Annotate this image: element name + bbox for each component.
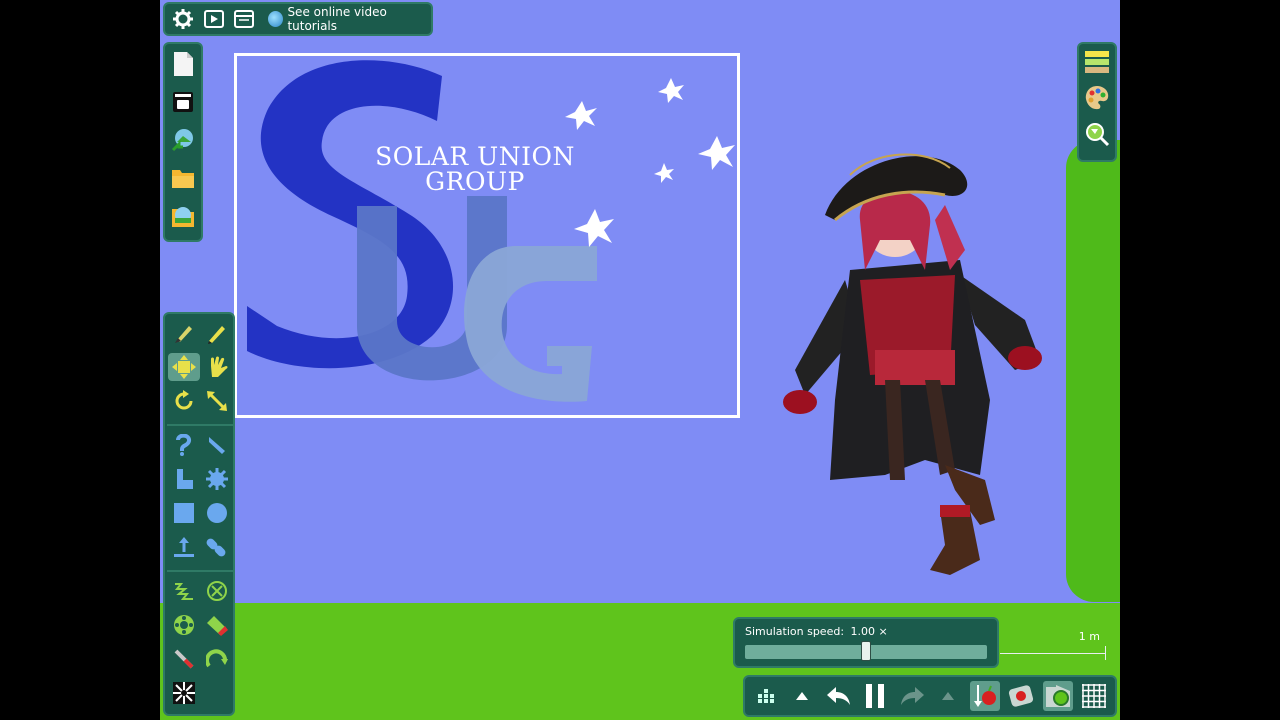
new-file-icon[interactable] <box>167 50 199 78</box>
eraser-icon[interactable] <box>201 611 233 639</box>
laser-icon[interactable] <box>168 645 200 673</box>
file-panel <box>163 42 203 242</box>
tools-panel <box>163 312 235 716</box>
layers-icon[interactable] <box>1081 48 1113 76</box>
spring-icon[interactable] <box>168 577 200 605</box>
company-name: SOLAR UNION GROUP <box>375 142 575 196</box>
rotate-icon[interactable] <box>168 387 200 415</box>
grid-dots-icon[interactable] <box>751 681 781 711</box>
redo-history-icon[interactable] <box>933 681 963 711</box>
upload-icon[interactable] <box>168 533 200 561</box>
fixate-icon[interactable] <box>201 577 233 605</box>
redo-icon[interactable] <box>897 681 927 711</box>
box-icon[interactable] <box>168 499 200 527</box>
brush-icon[interactable] <box>168 319 200 347</box>
bottom-toolbar <box>743 675 1117 717</box>
hinge-icon[interactable] <box>201 645 233 673</box>
pirate-character[interactable] <box>775 140 1055 580</box>
axle-icon[interactable] <box>168 611 200 639</box>
drag-icon[interactable] <box>201 353 233 381</box>
play-icon[interactable] <box>201 6 225 32</box>
logo-art <box>247 60 735 402</box>
palette-icon[interactable] <box>1081 84 1113 112</box>
scale-indicator: 1 m <box>1000 630 1106 662</box>
scenes-icon[interactable] <box>167 202 199 230</box>
toolbar-icon[interactable] <box>167 88 199 116</box>
move-icon[interactable] <box>168 353 200 381</box>
chain-icon[interactable] <box>201 533 233 561</box>
circle-icon[interactable] <box>201 499 233 527</box>
top-toolbar: See online video tutorials <box>163 2 433 36</box>
app-canvas[interactable]: SOLAR UNION GROUP See online video tutor… <box>160 0 1120 720</box>
polygon-icon[interactable] <box>168 431 200 459</box>
slider-thumb[interactable] <box>861 641 871 661</box>
simulation-speed-panel: Simulation speed: 1.00 × <box>733 617 999 668</box>
logo-letter-g <box>464 246 597 402</box>
gear-icon[interactable] <box>171 6 195 32</box>
green-wall[interactable] <box>1066 140 1120 602</box>
gear-icon[interactable] <box>201 465 233 493</box>
web-scene-icon[interactable] <box>167 126 199 154</box>
tracer-icon[interactable] <box>168 679 200 707</box>
scale-icon[interactable] <box>201 387 233 415</box>
undo-history-icon[interactable] <box>787 681 817 711</box>
star-icons <box>565 78 735 247</box>
zoom-icon[interactable] <box>1081 120 1113 148</box>
undo-icon[interactable] <box>824 681 854 711</box>
logo-letter-s <box>247 60 454 369</box>
air-friction-icon[interactable] <box>1006 681 1036 711</box>
pause-icon[interactable] <box>860 681 890 711</box>
collision-icon[interactable] <box>1042 681 1073 711</box>
character-art <box>783 153 1042 575</box>
simulation-speed-value: 1.00 × <box>850 625 888 638</box>
tutorial-link-label: See online video tutorials <box>287 5 387 33</box>
logo-billboard[interactable]: SOLAR UNION GROUP <box>234 53 740 418</box>
simulation-speed-slider[interactable] <box>745 641 987 661</box>
pencil-icon[interactable] <box>201 319 233 347</box>
globe-icon <box>268 11 284 27</box>
plane-icon[interactable] <box>168 465 200 493</box>
window-icon[interactable] <box>232 6 256 32</box>
simulation-speed-label: Simulation speed: <box>745 625 845 638</box>
video-tutorials-link[interactable]: See online video tutorials <box>262 5 431 33</box>
folder-open-icon[interactable] <box>167 164 199 192</box>
grid-icon[interactable] <box>1079 681 1109 711</box>
gravity-icon[interactable] <box>969 681 1000 711</box>
right-panel <box>1077 42 1117 162</box>
scale-label: 1 m <box>1078 630 1100 643</box>
knife-icon[interactable] <box>201 431 233 459</box>
